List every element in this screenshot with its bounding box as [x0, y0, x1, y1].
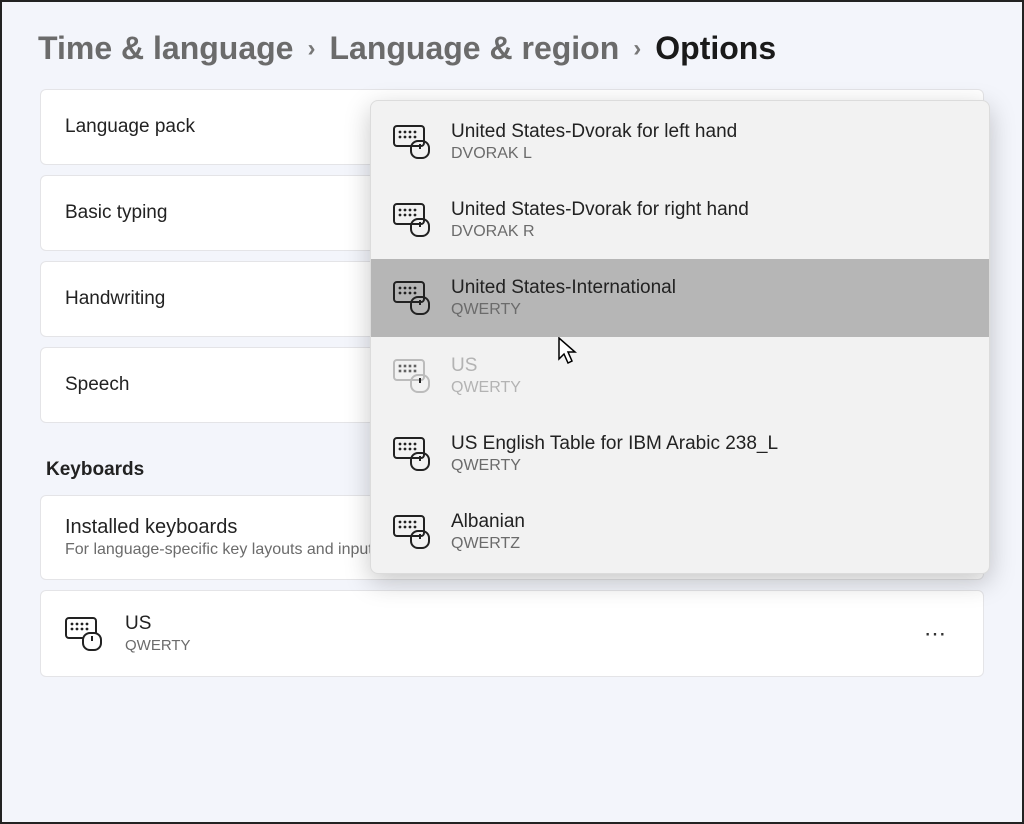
installed-keyboard-layout: QWERTY: [125, 637, 191, 654]
card-label: Handwriting: [65, 288, 165, 309]
flyout-item[interactable]: United States-Dvorak for right hand DVOR…: [371, 181, 989, 259]
flyout-item-layout: QWERTY: [451, 301, 676, 319]
flyout-item[interactable]: United States-International QWERTY: [371, 259, 989, 337]
flyout-item: US QWERTY: [371, 337, 989, 415]
chevron-right-icon: ›: [633, 35, 641, 63]
keyboard-icon: [393, 203, 433, 237]
keyboard-icon: [393, 515, 433, 549]
flyout-item-layout: DVORAK L: [451, 145, 737, 163]
flyout-item-layout: QWERTY: [451, 379, 521, 397]
flyout-item-name: United States-Dvorak for right hand: [451, 199, 749, 221]
flyout-item-layout: QWERTZ: [451, 535, 525, 553]
card-label: Basic typing: [65, 202, 167, 223]
card-label: Speech: [65, 374, 129, 395]
flyout-item-name: US: [451, 355, 521, 377]
flyout-item-name: Albanian: [451, 511, 525, 533]
keyboard-layout-flyout: United States-Dvorak for left hand DVORA…: [370, 100, 990, 574]
flyout-item[interactable]: US English Table for IBM Arabic 238_L QW…: [371, 415, 989, 493]
chevron-right-icon: ›: [307, 35, 315, 63]
flyout-item-name: United States-International: [451, 277, 676, 299]
flyout-item[interactable]: Albanian QWERTZ: [371, 493, 989, 571]
flyout-item-layout: DVORAK R: [451, 223, 749, 241]
breadcrumb: Time & language › Language & region › Op…: [2, 2, 1022, 89]
breadcrumb-item-time-language[interactable]: Time & language: [38, 30, 293, 67]
keyboard-icon: [393, 281, 433, 315]
keyboard-icon: [393, 437, 433, 471]
flyout-item-name: United States-Dvorak for left hand: [451, 121, 737, 143]
keyboard-icon: [393, 125, 433, 159]
keyboard-icon: [65, 617, 105, 651]
keyboard-icon: [393, 359, 433, 393]
flyout-item-name: US English Table for IBM Arabic 238_L: [451, 433, 778, 455]
installed-keyboard-name: US: [125, 613, 191, 635]
card-label: Language pack: [65, 116, 195, 137]
more-options-button[interactable]: ⋯: [914, 615, 959, 653]
flyout-item[interactable]: United States-Dvorak for left hand DVORA…: [371, 103, 989, 181]
breadcrumb-item-language-region[interactable]: Language & region: [329, 30, 619, 67]
installed-keyboard-item[interactable]: US QWERTY ⋯: [40, 590, 984, 677]
breadcrumb-current: Options: [655, 30, 776, 67]
flyout-item-layout: QWERTY: [451, 457, 778, 475]
